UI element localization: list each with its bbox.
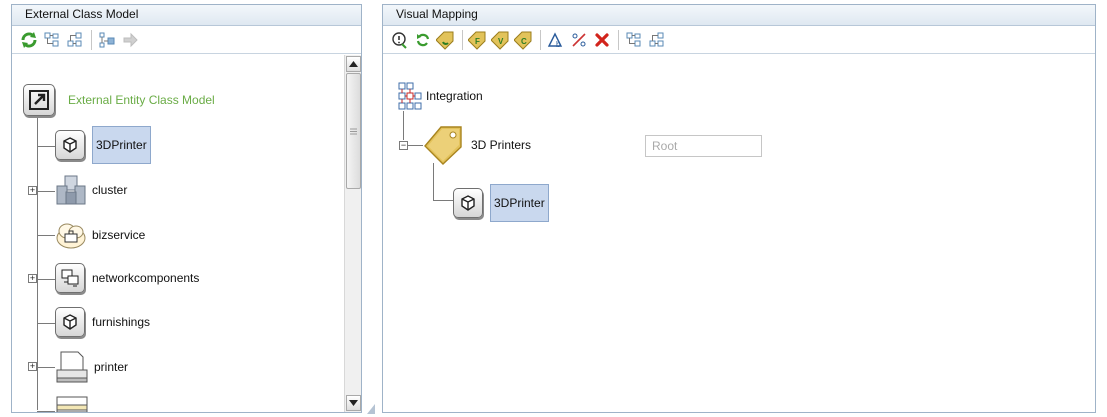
tree-item-printer[interactable]: printer bbox=[55, 350, 128, 384]
collapse-all-icon[interactable] bbox=[646, 29, 668, 51]
scrollbar-thumb[interactable] bbox=[346, 73, 361, 189]
cube-icon bbox=[453, 188, 483, 218]
cluster-icon bbox=[55, 174, 87, 206]
tree-item-label: furnishings bbox=[92, 315, 151, 329]
add-folder-tag-icon[interactable]: F bbox=[467, 29, 489, 51]
left-toolbar bbox=[12, 26, 361, 54]
tree-item-label: cluster bbox=[92, 183, 128, 197]
tag-icon bbox=[423, 124, 465, 166]
tree-item-3dprinter[interactable]: 3DPrinter bbox=[55, 126, 151, 164]
tree-item-label: bizservice bbox=[92, 228, 146, 242]
tree-line bbox=[433, 163, 434, 200]
expand-all-icon[interactable] bbox=[41, 29, 63, 51]
add-class-tag-icon[interactable]: C bbox=[513, 29, 535, 51]
tree-line bbox=[37, 411, 55, 412]
toolbar-separator bbox=[91, 29, 92, 50]
tree-item-label: 3DPrinter bbox=[92, 126, 151, 164]
add-virtual-tag-icon[interactable]: V bbox=[490, 29, 512, 51]
tree-item-bizservice[interactable]: bizservice bbox=[55, 219, 145, 251]
mapped-item-label: 3DPrinter bbox=[490, 184, 549, 222]
network-icon bbox=[55, 263, 85, 293]
arrow-right-icon[interactable] bbox=[119, 29, 141, 51]
visual-mapping-panel: Visual Mapping F V C b Integration − 3D … bbox=[382, 4, 1096, 413]
tree-line bbox=[37, 146, 55, 147]
integration-icon bbox=[398, 82, 422, 110]
external-class-model-panel: External Class Model + + + External Enti… bbox=[11, 4, 362, 413]
tree-item-label: printer bbox=[94, 360, 129, 374]
panel-title: External Class Model bbox=[12, 5, 361, 26]
tree-item-label: mainframe bbox=[94, 410, 151, 412]
tree-item-cluster[interactable]: cluster bbox=[55, 174, 127, 206]
svg-text:C: C bbox=[521, 37, 527, 46]
integration-node[interactable]: Integration bbox=[398, 82, 483, 110]
visual-mapping-tree: Integration − 3D Printers Root 3DPrinter bbox=[383, 55, 1095, 412]
svg-text:b: b bbox=[556, 40, 561, 49]
class-model-tree: + + + External Entity Class Model 3DPrin… bbox=[12, 55, 361, 412]
tag-refresh-icon[interactable] bbox=[435, 29, 457, 51]
expand-all-icon[interactable] bbox=[623, 29, 645, 51]
mainframe-icon bbox=[55, 395, 89, 412]
panel-title: Visual Mapping bbox=[383, 5, 1095, 26]
mapped-item-3dprinter[interactable]: 3DPrinter bbox=[453, 184, 549, 222]
tree-line bbox=[37, 323, 55, 324]
properties-icon[interactable] bbox=[389, 29, 411, 51]
svg-text:F: F bbox=[475, 37, 480, 46]
toolbar-separator bbox=[540, 29, 541, 50]
tree-line bbox=[403, 111, 404, 140]
root-field[interactable]: Root bbox=[645, 135, 762, 157]
collapse-all-icon[interactable] bbox=[64, 29, 86, 51]
tag-label: 3D Printers bbox=[471, 138, 532, 152]
ratio-icon[interactable] bbox=[568, 29, 590, 51]
refresh-icon[interactable] bbox=[18, 29, 40, 51]
tree-line bbox=[433, 200, 453, 201]
expand-toggle[interactable]: + bbox=[28, 186, 37, 195]
svg-text:V: V bbox=[498, 37, 504, 46]
right-toolbar: F V C b bbox=[383, 26, 1095, 54]
tree-line bbox=[37, 235, 55, 236]
hierarchy-icon[interactable] bbox=[96, 29, 118, 51]
tree-item-mainframe[interactable]: mainframe bbox=[55, 395, 151, 412]
external-link-icon bbox=[23, 84, 55, 116]
vertical-scrollbar[interactable] bbox=[344, 55, 361, 412]
tree-line bbox=[37, 191, 55, 192]
toolbar-separator bbox=[618, 29, 619, 50]
bizservice-icon bbox=[55, 219, 87, 251]
delete-icon[interactable] bbox=[591, 29, 613, 51]
refresh-mapping-icon[interactable] bbox=[412, 29, 434, 51]
printer-icon bbox=[55, 350, 89, 384]
expand-toggle[interactable]: + bbox=[28, 362, 37, 371]
tree-item-networkcomponents[interactable]: networkcomponents bbox=[55, 263, 199, 293]
tree-root-label: External Entity Class Model bbox=[68, 93, 215, 107]
scroll-up-button[interactable] bbox=[346, 56, 361, 72]
tree-item-furnishings[interactable]: furnishings bbox=[55, 307, 150, 337]
cube-icon bbox=[55, 130, 85, 160]
cube-icon bbox=[55, 307, 85, 337]
splitter-grip[interactable] bbox=[367, 403, 375, 414]
tree-line bbox=[37, 279, 55, 280]
tag-node-3d-printers[interactable]: 3D Printers bbox=[423, 124, 531, 166]
toolbar-separator bbox=[462, 29, 463, 50]
tree-root-node[interactable]: External Entity Class Model bbox=[23, 84, 215, 116]
tree-line bbox=[37, 367, 55, 368]
integration-label: Integration bbox=[426, 89, 483, 103]
rename-icon[interactable]: b bbox=[545, 29, 567, 51]
expand-toggle[interactable]: + bbox=[28, 274, 37, 283]
collapse-toggle[interactable]: − bbox=[399, 141, 408, 150]
scroll-down-button[interactable] bbox=[346, 395, 361, 411]
tree-item-label: networkcomponents bbox=[92, 271, 200, 285]
